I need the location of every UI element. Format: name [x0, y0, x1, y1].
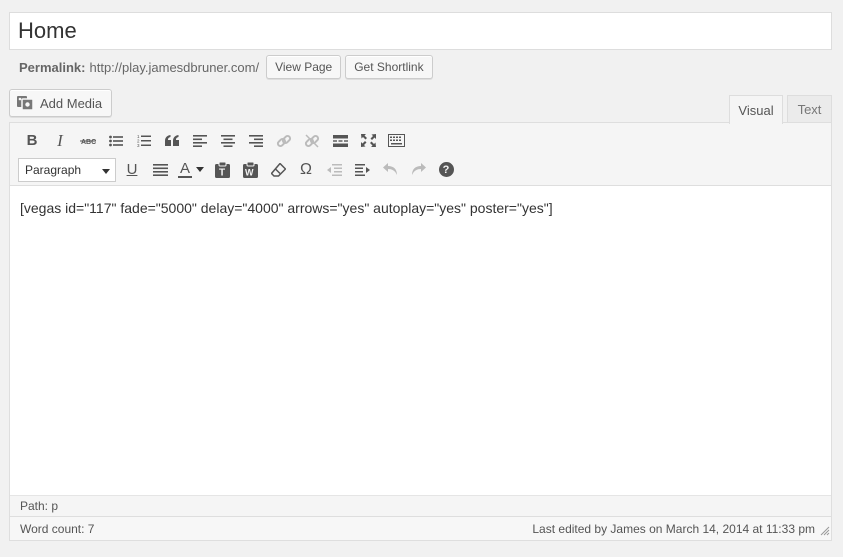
- chevron-down-icon: [102, 163, 110, 177]
- post-title-input[interactable]: Home: [9, 12, 832, 50]
- permalink-url[interactable]: http://play.jamesdbruner.com/: [89, 60, 259, 75]
- tab-text[interactable]: Text: [787, 95, 832, 123]
- editor-toolbar: B I ABC 123 Paragraph U A T W Ω ?: [10, 123, 831, 186]
- indent-icon[interactable]: [348, 157, 376, 183]
- word-count: Word count: 7: [20, 521, 95, 536]
- editor-container: B I ABC 123 Paragraph U A T W Ω ? [vegas…: [9, 122, 832, 541]
- align-center-icon[interactable]: [214, 128, 242, 154]
- get-shortlink-button[interactable]: Get Shortlink: [345, 55, 433, 79]
- unlink-icon[interactable]: [298, 128, 326, 154]
- format-select[interactable]: Paragraph: [18, 157, 116, 182]
- permalink-bar: Permalink: http://play.jamesdbruner.com/…: [19, 54, 433, 80]
- bold-icon[interactable]: B: [18, 128, 46, 154]
- undo-icon[interactable]: [376, 157, 404, 183]
- redo-icon[interactable]: [404, 157, 432, 183]
- permalink-label: Permalink:: [19, 59, 86, 75]
- align-right-icon[interactable]: [242, 128, 270, 154]
- tab-visual[interactable]: Visual: [729, 95, 783, 124]
- toolbar-row-1: B I ABC 123: [18, 126, 823, 155]
- toolbar-row-2: Paragraph U A T W Ω ?: [18, 155, 823, 184]
- svg-text:3: 3: [137, 143, 140, 147]
- italic-icon[interactable]: I: [46, 128, 74, 154]
- special-character-icon[interactable]: Ω: [292, 157, 320, 183]
- help-glyph: ?: [438, 162, 454, 177]
- add-media-icon: [16, 94, 36, 112]
- paste-from-word-icon[interactable]: W: [236, 157, 264, 183]
- view-page-button[interactable]: View Page: [266, 55, 342, 79]
- underline-icon[interactable]: U: [118, 157, 146, 183]
- svg-text:W: W: [245, 167, 254, 177]
- insert-link-icon[interactable]: [270, 128, 298, 154]
- path-text: Path: p: [20, 499, 59, 513]
- outdent-icon[interactable]: [320, 157, 348, 183]
- add-media-label: Add Media: [40, 95, 103, 111]
- text-color-icon[interactable]: A: [174, 157, 208, 183]
- fullscreen-icon[interactable]: [354, 128, 382, 154]
- align-left-icon[interactable]: [186, 128, 214, 154]
- text-color-glyph: A: [179, 159, 190, 177]
- svg-text:T: T: [219, 167, 225, 178]
- path-bar: Path: p: [10, 495, 831, 516]
- bullet-list-icon[interactable]: [102, 128, 130, 154]
- clear-formatting-icon[interactable]: [264, 157, 292, 183]
- toolbar-toggle-icon[interactable]: [382, 128, 410, 154]
- justify-icon[interactable]: [146, 157, 174, 183]
- blockquote-icon[interactable]: [158, 128, 186, 154]
- numbered-list-icon[interactable]: 123: [130, 128, 158, 154]
- read-more-icon[interactable]: [326, 128, 354, 154]
- strikethrough-icon[interactable]: ABC: [74, 128, 102, 154]
- format-select-value: Paragraph: [25, 162, 82, 177]
- status-bar: Word count: 7 Last edited by James on Ma…: [10, 516, 831, 540]
- svg-text:ABC: ABC: [81, 139, 96, 146]
- last-edited-info: Last edited by James on March 14, 2014 a…: [532, 521, 815, 536]
- help-icon[interactable]: ?: [432, 157, 460, 183]
- editor-content[interactable]: [vegas id="117" fade="5000" delay="4000"…: [10, 186, 831, 495]
- paste-as-text-icon[interactable]: T: [208, 157, 236, 183]
- resize-handle-icon[interactable]: [820, 525, 830, 539]
- add-media-button[interactable]: Add Media: [9, 89, 112, 117]
